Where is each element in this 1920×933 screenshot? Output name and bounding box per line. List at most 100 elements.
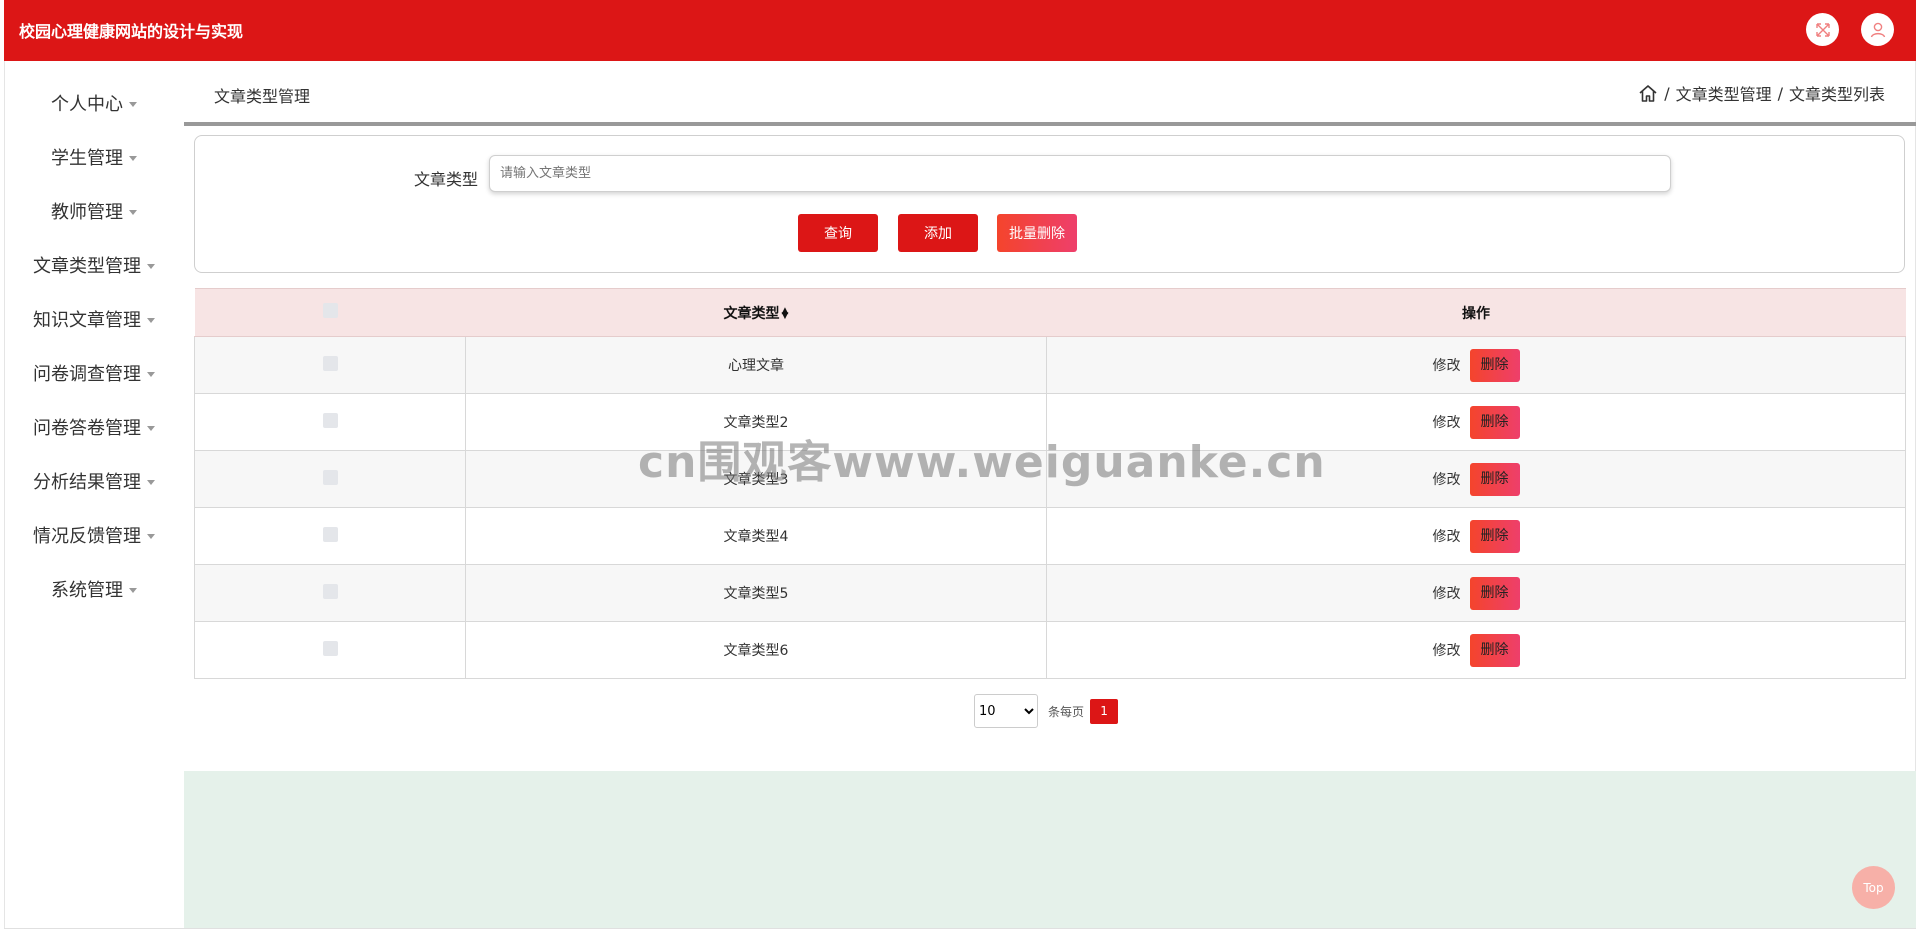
delete-button[interactable]: 删除 <box>1469 462 1520 496</box>
sidebar-item-students[interactable]: 学生管理 <box>5 137 183 177</box>
search-label: 文章类型 <box>414 170 479 189</box>
data-table: 文章类型 ▲ ▼ 操作 心理文章 修改 删除 文章类型2 修改 删除 文章类型3 修改删… <box>194 288 1906 679</box>
delete-button[interactable]: 删除 <box>1469 519 1520 553</box>
delete-button[interactable]: 删除 <box>1469 348 1520 382</box>
sidebar-item-knowledge-articles[interactable]: 知识文章管理 <box>5 299 183 339</box>
top-header: 校园心理健康网站的设计与实现 <box>4 0 1916 61</box>
table-row: 文章类型5 修改 删除 <box>194 564 1906 622</box>
footer-area <box>184 771 1916 928</box>
type-cell: 文章类型3 <box>465 450 1047 508</box>
sidebar-item-label: 教师管理 <box>51 202 123 223</box>
select-all-cell <box>194 288 466 337</box>
add-button[interactable]: 添加 <box>898 214 978 252</box>
caret-down-icon <box>147 533 155 539</box>
sidebar-item-teachers[interactable]: 教师管理 <box>5 191 183 231</box>
user-icon[interactable] <box>1861 13 1894 46</box>
column-header-label: 操作 <box>1462 305 1490 322</box>
breadcrumb-separator: / <box>1777 83 1783 103</box>
row-select-cell <box>194 393 466 451</box>
sidebar-item-personal-center[interactable]: 个人中心 <box>5 83 183 123</box>
table-row: 文章类型3 修改 删除 <box>194 450 1906 508</box>
edit-button[interactable]: 修改 <box>1433 640 1461 660</box>
edit-button[interactable]: 修改 <box>1433 469 1461 489</box>
table-row: 文章类型6 修改 删除 <box>194 621 1906 679</box>
query-button[interactable]: 查询 <box>798 214 878 252</box>
row-checkbox[interactable] <box>322 640 338 656</box>
sidebar-item-label: 系统管理 <box>51 580 123 601</box>
row-select-cell <box>194 507 466 565</box>
page-size-select[interactable]: 10 <box>974 694 1038 728</box>
row-select-cell <box>194 450 466 508</box>
actions-cell: 修改 删除 <box>1046 621 1906 679</box>
sidebar-item-label: 分析结果管理 <box>33 472 141 493</box>
caret-down-icon <box>147 425 155 431</box>
column-header-label: 文章类型 <box>723 305 780 322</box>
sidebar-item-label: 知识文章管理 <box>33 310 141 331</box>
actions-cell: 修改 删除 <box>1046 507 1906 565</box>
app-title: 校园心理健康网站的设计与实现 <box>19 22 244 41</box>
table-row: 文章类型2 修改 删除 <box>194 393 1906 451</box>
row-select-cell <box>194 336 466 394</box>
back-to-top-button[interactable]: Top <box>1852 866 1895 909</box>
breadcrumb: / 文章类型管理 / 文章类型列表 <box>1638 81 1885 105</box>
row-checkbox[interactable] <box>322 412 338 428</box>
table-header-row: 文章类型 ▲ ▼ 操作 <box>194 288 1906 337</box>
delete-button[interactable]: 删除 <box>1469 405 1520 439</box>
edit-button[interactable]: 修改 <box>1433 526 1461 546</box>
sort-icon[interactable]: ▲ ▼ <box>782 306 789 320</box>
breadcrumb-item: 文章类型列表 <box>1788 85 1885 104</box>
sidebar-item-system[interactable]: 系统管理 <box>5 569 183 609</box>
breadcrumb-separator: / <box>1664 83 1670 103</box>
type-cell: 文章类型5 <box>465 564 1047 622</box>
edit-button[interactable]: 修改 <box>1433 355 1461 375</box>
frame-bottom-border <box>4 928 1916 929</box>
page-header: 文章类型管理 / 文章类型管理 / 文章类型列表 <box>184 61 1916 126</box>
sidebar-item-analysis-results[interactable]: 分析结果管理 <box>5 461 183 501</box>
actions-cell: 修改 删除 <box>1046 393 1906 451</box>
actions-cell: 修改 删除 <box>1046 336 1906 394</box>
table-row: 心理文章 修改 删除 <box>194 336 1906 394</box>
row-select-cell <box>194 564 466 622</box>
edit-button[interactable]: 修改 <box>1433 412 1461 432</box>
sidebar-item-label: 问卷答卷管理 <box>33 418 141 439</box>
sidebar-item-survey-answers[interactable]: 问卷答卷管理 <box>5 407 183 447</box>
home-icon[interactable] <box>1638 84 1658 103</box>
sidebar-item-surveys[interactable]: 问卷调查管理 <box>5 353 183 393</box>
fullscreen-glyph <box>1815 22 1830 37</box>
sidebar-item-label: 学生管理 <box>51 148 123 169</box>
caret-down-icon <box>147 371 155 377</box>
actions-cell: 修改 删除 <box>1046 450 1906 508</box>
column-header-type[interactable]: 文章类型 ▲ ▼ <box>465 288 1047 337</box>
type-cell: 文章类型6 <box>465 621 1047 679</box>
edit-button[interactable]: 修改 <box>1433 583 1461 603</box>
breadcrumb-item[interactable]: 文章类型管理 <box>1676 81 1772 105</box>
table-row: 文章类型4 修改 删除 <box>194 507 1906 565</box>
caret-down-icon <box>129 587 137 593</box>
sidebar-item-article-types[interactable]: 文章类型管理 <box>5 245 183 285</box>
row-checkbox[interactable] <box>322 469 338 485</box>
row-checkbox[interactable] <box>322 526 338 542</box>
type-cell: 心理文章 <box>465 336 1047 394</box>
row-checkbox[interactable] <box>322 583 338 599</box>
article-type-search-input[interactable] <box>489 155 1671 192</box>
delete-button[interactable]: 删除 <box>1469 633 1520 667</box>
per-page-label: 条每页 <box>1048 704 1085 719</box>
delete-button[interactable]: 删除 <box>1469 576 1520 610</box>
row-checkbox[interactable] <box>322 355 338 371</box>
search-panel: 文章类型 查询 添加 批量删除 <box>194 135 1905 273</box>
page-number-button[interactable]: 1 <box>1090 698 1119 724</box>
sidebar-item-label: 文章类型管理 <box>33 256 141 277</box>
caret-down-icon <box>147 317 155 323</box>
page-title: 文章类型管理 <box>214 87 311 106</box>
batch-delete-button[interactable]: 批量删除 <box>997 214 1077 252</box>
caret-down-icon <box>129 209 137 215</box>
caret-down-icon <box>129 155 137 161</box>
fullscreen-icon[interactable] <box>1806 13 1839 46</box>
column-header-actions: 操作 <box>1046 288 1906 337</box>
pagination: 10 条每页 1 <box>974 694 1119 728</box>
type-cell: 文章类型4 <box>465 507 1047 565</box>
select-all-checkbox[interactable] <box>322 303 338 318</box>
sidebar-item-label: 情况反馈管理 <box>33 526 141 547</box>
caret-down-icon <box>147 263 155 269</box>
sidebar-item-feedback[interactable]: 情况反馈管理 <box>5 515 183 555</box>
